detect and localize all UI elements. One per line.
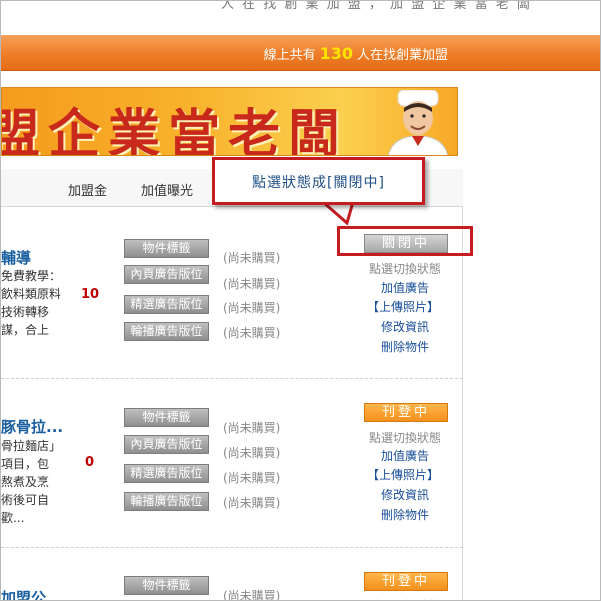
not-bought-label: (尚未購買): [223, 446, 281, 460]
online-counter: 線上共有 130 人在找創業加盟: [264, 44, 448, 63]
tag-button[interactable]: 物件標籤: [124, 239, 209, 258]
not-bought-label: (尚未購買): [223, 589, 281, 601]
not-bought-label: (尚未購買): [223, 496, 281, 510]
not-bought-label: (尚未購買): [223, 277, 281, 291]
promo-banner[interactable]: 盟企業當老闆: [1, 87, 458, 156]
listing-title[interactable]: 加盟公: [1, 587, 46, 600]
top-cutoff-text: 人 在 找 創 業 加 盟 ， 加 盟 企 業 當 老 闆: [221, 0, 532, 12]
edit-info-link[interactable]: 修改資訊: [381, 318, 429, 335]
online-prefix: 線上共有: [263, 48, 316, 63]
callout-text: 點選狀態成[關閉中]: [252, 175, 385, 191]
not-bought-label: (尚未購買): [223, 471, 281, 485]
column-franchise-fee: 加盟金: [68, 184, 108, 199]
not-bought-label: (尚未購買): [223, 326, 281, 340]
status-toggle-button[interactable]: 刊登中: [364, 572, 448, 591]
status-highlight-box: [337, 226, 473, 256]
inner-ad-button[interactable]: 內頁廣告版位: [124, 265, 209, 284]
status-hint: 點選切換狀態: [369, 597, 441, 600]
edit-info-link[interactable]: 修改資訊: [381, 486, 429, 503]
listing-title[interactable]: 輔導: [1, 247, 31, 268]
tag-button[interactable]: 物件標籤: [124, 408, 209, 427]
listing-desc: 免費教學： 飲料類原料 技術轉移 謀，合上: [1, 269, 62, 337]
delete-listing-link[interactable]: 刪除物件: [381, 506, 429, 523]
listing-count: 10: [81, 287, 100, 302]
status-toggle-button[interactable]: 刊登中: [364, 403, 448, 422]
featured-ad-button[interactable]: 精選廣告版位: [124, 464, 209, 483]
screenshot-frame: 人 在 找 創 業 加 盟 ， 加 盟 企 業 當 老 闆 線上共有 130 人在找…: [0, 0, 601, 601]
listing-count: 0: [85, 455, 95, 470]
tag-button[interactable]: 物件標籤: [124, 576, 209, 595]
row-divider: [1, 378, 463, 379]
chef-portrait-icon: [388, 90, 448, 155]
listing-desc: 骨拉麵店」 項目，包 熬煮及烹 術後可自 歡...: [1, 439, 62, 525]
carousel-ad-button[interactable]: 輪播廣告版位: [124, 492, 209, 511]
status-hint: 點選切換狀態: [369, 431, 442, 445]
carousel-ad-button[interactable]: 輪播廣告版位: [124, 322, 209, 341]
inner-ad-button[interactable]: 內頁廣告版位: [124, 435, 209, 454]
upload-photo-link[interactable]: 【上傳照片】: [367, 298, 439, 315]
row-divider: [1, 547, 463, 548]
column-value-exposure: 加值曝光: [141, 184, 194, 199]
not-bought-label: (尚未購買): [223, 251, 281, 265]
instruction-callout: 點選狀態成[關閉中]: [212, 157, 425, 205]
banner-text: 盟企業當老闆: [1, 104, 349, 156]
status-hint: 點選切換狀態: [369, 262, 442, 276]
online-suffix: 人在找創業加盟: [356, 48, 448, 63]
featured-ad-button[interactable]: 精選廣告版位: [124, 295, 209, 314]
add-ad-link[interactable]: 加值廣告: [381, 447, 429, 464]
online-count: 130: [319, 44, 353, 63]
upload-photo-link[interactable]: 【上傳照片】: [367, 466, 439, 483]
orange-header-bar: 線上共有 130 人在找創業加盟: [1, 35, 600, 71]
delete-listing-link[interactable]: 刪除物件: [381, 338, 429, 355]
listing-title[interactable]: 豚骨拉...: [1, 416, 63, 437]
add-ad-link[interactable]: 加值廣告: [381, 279, 429, 296]
not-bought-label: (尚未購買): [223, 421, 281, 435]
not-bought-label: (尚未購買): [223, 301, 281, 315]
